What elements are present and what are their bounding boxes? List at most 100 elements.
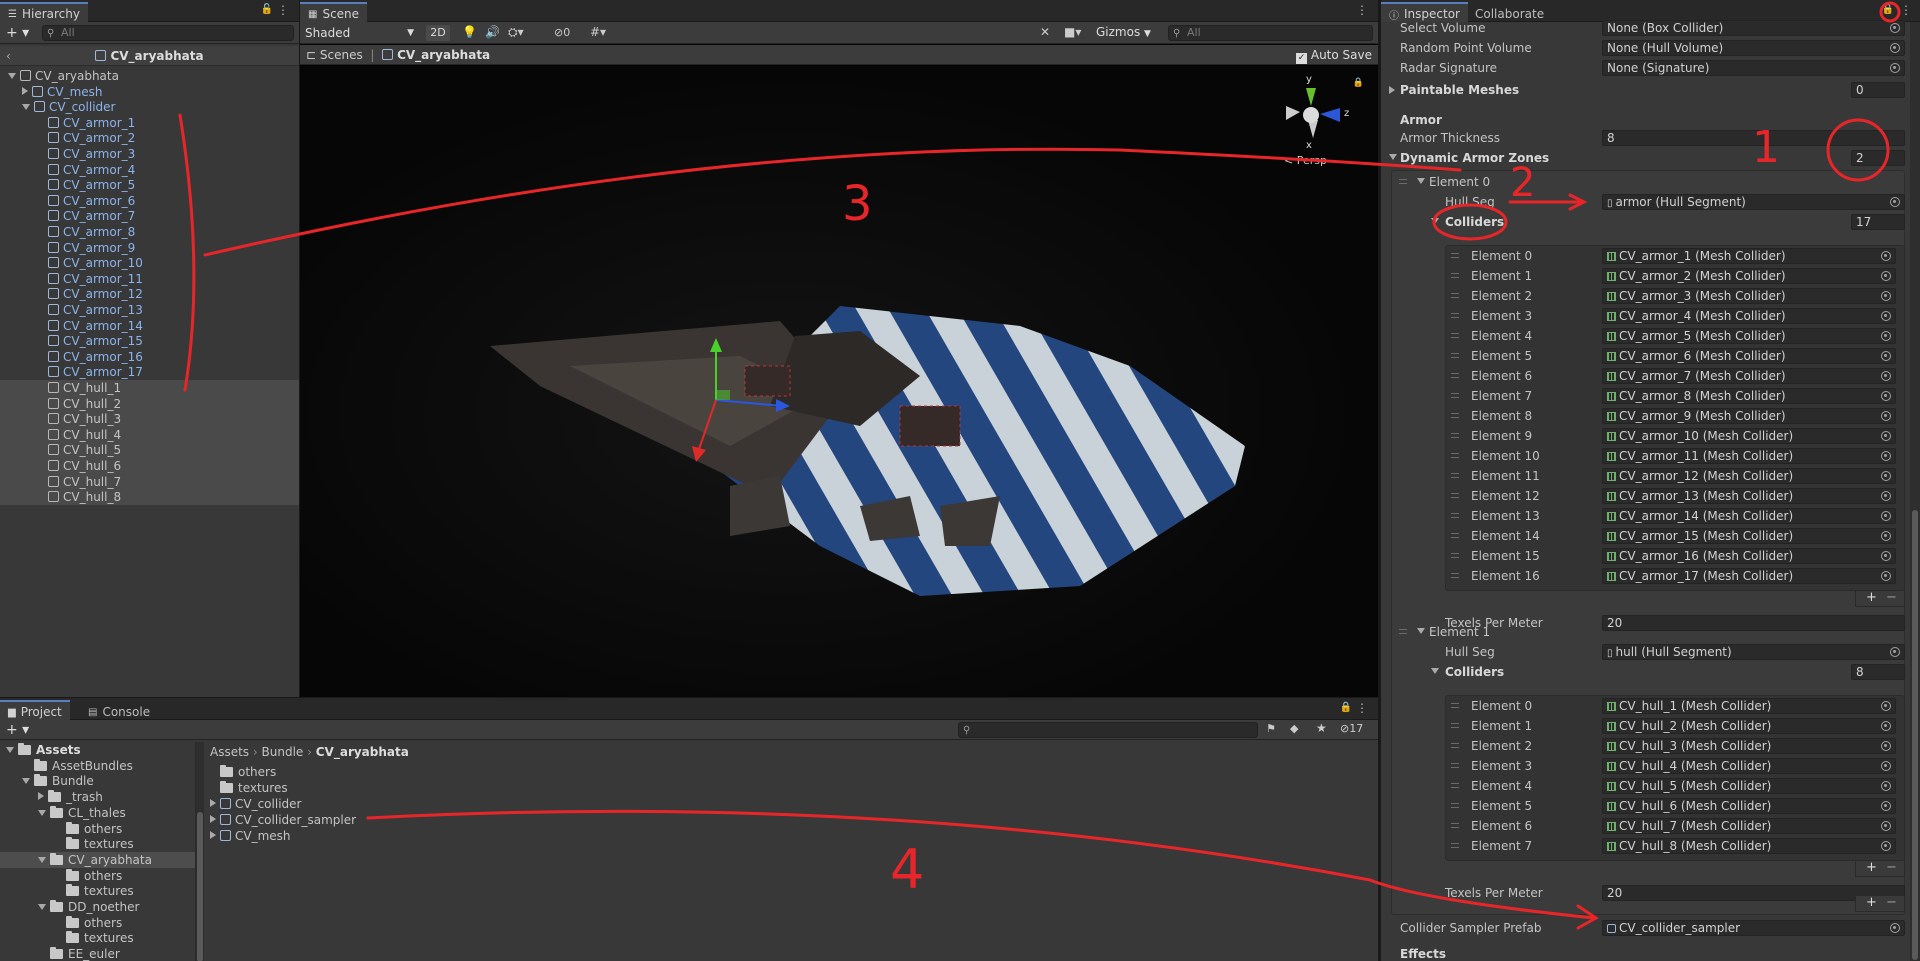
hierarchy-item[interactable]: CV_armor_14 — [0, 318, 299, 334]
expand-arrow-icon[interactable] — [210, 831, 216, 839]
drag-handle-icon[interactable] — [1451, 783, 1459, 788]
hierarchy-item[interactable]: CV_hull_2 — [0, 395, 299, 412]
collapse-arrow-icon[interactable] — [1431, 218, 1439, 224]
object-picker-icon[interactable] — [1890, 63, 1900, 73]
number-field[interactable]: 20 — [1602, 615, 1905, 631]
object-picker-icon[interactable] — [1881, 781, 1891, 791]
collapse-arrow-icon[interactable] — [6, 747, 14, 753]
paintable-meshes-foldout[interactable]: Paintable Meshes — [1400, 82, 1519, 98]
tab-console[interactable]: ▤ Console — [80, 700, 158, 720]
hierarchy-item[interactable]: CV_armor_10 — [0, 255, 299, 271]
orientation-gizmo[interactable]: y z x < Persp 🔒 — [1276, 74, 1364, 168]
collapse-arrow-icon[interactable] — [1389, 154, 1397, 160]
collapse-arrow-icon[interactable] — [38, 904, 46, 910]
project-tree-scrollbar[interactable] — [196, 742, 204, 961]
project-folder-item[interactable]: textures — [0, 836, 195, 852]
expand-arrow-icon[interactable] — [38, 792, 44, 801]
hierarchy-search-input[interactable]: ⚲ All — [42, 25, 294, 41]
collider-object-field[interactable]: CV_hull_4 (Mesh Collider) — [1602, 758, 1896, 774]
tab-scene[interactable]: ▦ Scene — [300, 2, 368, 22]
hierarchy-item[interactable]: CV_armor_7 — [0, 208, 299, 224]
tab-project[interactable]: ▆ Project — [0, 700, 70, 720]
collider-object-field[interactable]: CV_armor_6 (Mesh Collider) — [1602, 348, 1896, 364]
expand-arrow-icon[interactable] — [210, 815, 216, 823]
hierarchy-item[interactable]: CV_armor_17 — [0, 364, 299, 380]
collider-object-field[interactable]: CV_armor_2 (Mesh Collider) — [1602, 268, 1896, 284]
collider-object-field[interactable]: CV_armor_17 (Mesh Collider) — [1602, 568, 1896, 584]
lock-icon[interactable]: 🔒 — [1353, 78, 1364, 88]
object-picker-icon[interactable] — [1890, 197, 1900, 207]
tab-hierarchy[interactable]: ☰ Hierarchy — [0, 2, 88, 22]
drag-handle-icon[interactable] — [1451, 353, 1459, 358]
element-foldout[interactable]: Element 0 — [1429, 174, 1490, 190]
kebab-menu-icon[interactable]: ⋮ — [277, 3, 289, 17]
kebab-menu-icon[interactable]: ⋮ — [1356, 3, 1368, 17]
collider-object-field[interactable]: CV_hull_7 (Mesh Collider) — [1602, 818, 1896, 834]
inspector-scrollbar[interactable] — [1910, 22, 1920, 961]
kebab-menu-icon[interactable]: ⋮ — [1900, 3, 1912, 17]
drag-handle-icon[interactable] — [1451, 433, 1459, 438]
element-foldout[interactable]: Element 1 — [1429, 624, 1490, 640]
object-picker-icon[interactable] — [1881, 391, 1891, 401]
collider-object-field[interactable]: CV_armor_11 (Mesh Collider) — [1602, 448, 1896, 464]
lock-icon[interactable]: 🔓 — [261, 4, 273, 15]
hierarchy-item[interactable]: CV_mesh — [0, 84, 299, 100]
drag-handle-icon[interactable] — [1451, 453, 1459, 458]
hierarchy-item[interactable]: CV_collider — [0, 99, 299, 115]
hierarchy-item[interactable]: CV_armor_12 — [0, 286, 299, 302]
lighting-icon[interactable]: 💡 — [462, 25, 477, 39]
collapse-arrow-icon[interactable] — [8, 73, 16, 79]
add-element-button[interactable]: + — [1866, 861, 1877, 875]
drag-handle-icon[interactable] — [1451, 313, 1459, 318]
drag-handle-icon[interactable] — [1451, 723, 1459, 728]
hierarchy-item[interactable]: CV_hull_3 — [0, 411, 299, 428]
expand-arrow-icon[interactable] — [1389, 86, 1395, 94]
audio-icon[interactable]: 🔊 — [485, 25, 500, 39]
drag-handle-icon[interactable] — [1451, 493, 1459, 498]
object-picker-icon[interactable] — [1881, 531, 1891, 541]
object-picker-icon[interactable] — [1881, 471, 1891, 481]
collider-object-field[interactable]: CV_hull_2 (Mesh Collider) — [1602, 718, 1896, 734]
drag-handle-icon[interactable] — [1451, 703, 1459, 708]
scene-search-input[interactable]: ⚲ All — [1168, 25, 1373, 41]
object-picker-icon[interactable] — [1881, 491, 1891, 501]
collider-object-field[interactable]: CV_armor_8 (Mesh Collider) — [1602, 388, 1896, 404]
tag-icon[interactable]: ◆ — [1290, 722, 1298, 735]
object-picker-icon[interactable] — [1890, 647, 1900, 657]
project-file-item[interactable]: textures — [210, 780, 610, 796]
project-file-item[interactable]: others — [210, 764, 610, 780]
object-picker-icon[interactable] — [1881, 291, 1891, 301]
effects-icon[interactable]: ⛭▾ — [508, 25, 524, 40]
object-picker-icon[interactable] — [1881, 311, 1891, 321]
collider-object-field[interactable]: CV_armor_4 (Mesh Collider) — [1602, 308, 1896, 324]
object-picker-icon[interactable] — [1890, 923, 1900, 933]
hierarchy-item[interactable]: CV_aryabhata — [0, 68, 299, 84]
project-folder-item[interactable]: _trash — [0, 789, 195, 805]
hidden-objects-icon[interactable]: ⊘0 — [554, 26, 570, 39]
project-folder-item[interactable]: others — [0, 821, 195, 837]
add-button[interactable]: + ▾ — [6, 722, 29, 738]
add-element-button[interactable]: + — [1866, 896, 1877, 910]
collapse-arrow-icon[interactable] — [38, 856, 46, 863]
tab-inspector[interactable]: ⓘ Inspector — [1381, 2, 1468, 22]
object-picker-icon[interactable] — [1881, 741, 1891, 751]
collider-object-field[interactable]: CV_armor_7 (Mesh Collider) — [1602, 368, 1896, 384]
object-field[interactable]: ▯ armor (Hull Segment) — [1602, 194, 1905, 210]
lock-icon[interactable]: 🔒 — [1882, 4, 1894, 15]
object-field[interactable]: None (Box Collider) — [1602, 20, 1905, 36]
hierarchy-item[interactable]: CV_armor_11 — [0, 271, 299, 287]
hierarchy-item[interactable]: CV_armor_2 — [0, 130, 299, 146]
collider-object-field[interactable]: CV_armor_12 (Mesh Collider) — [1602, 468, 1896, 484]
project-folder-item[interactable]: textures — [0, 883, 195, 899]
drag-handle-icon[interactable] — [1451, 823, 1459, 828]
collapse-arrow-icon[interactable] — [1417, 628, 1425, 634]
object-picker-icon[interactable] — [1881, 841, 1891, 851]
collapse-arrow-icon[interactable] — [1431, 668, 1439, 674]
collider-object-field[interactable]: CV_armor_1 (Mesh Collider) — [1602, 248, 1896, 264]
project-folder-item[interactable]: Bundle — [0, 773, 195, 789]
drag-handle-icon[interactable] — [1451, 293, 1459, 298]
hierarchy-item[interactable]: CV_armor_1 — [0, 115, 299, 131]
collider-object-field[interactable]: CV_hull_8 (Mesh Collider) — [1602, 838, 1896, 854]
back-arrow-icon[interactable]: ‹ — [6, 46, 11, 66]
project-file-item[interactable]: CV_collider — [210, 796, 610, 812]
